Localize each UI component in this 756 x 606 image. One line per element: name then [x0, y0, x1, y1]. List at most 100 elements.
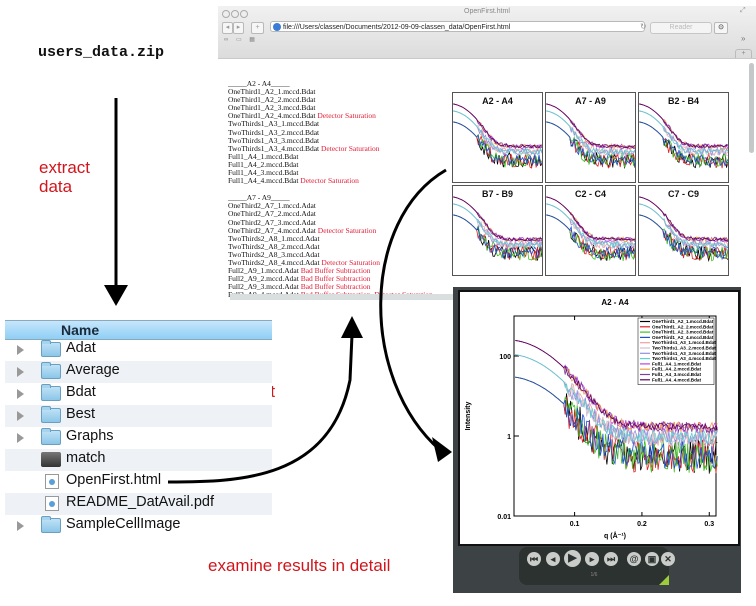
- slide-counter: 1/6: [590, 572, 598, 578]
- view-arrowhead: [341, 316, 363, 338]
- y-axis-label: Intensity: [465, 402, 472, 431]
- fullscreen-icon[interactable]: ⤢: [740, 7, 746, 15]
- back-button[interactable]: ◂: [222, 22, 233, 34]
- play-button[interactable]: ▶: [564, 550, 581, 567]
- finder-row[interactable]: README_DatAvail.pdf: [5, 493, 272, 515]
- finder-item-name: README_DatAvail.pdf: [66, 494, 215, 510]
- detail-plot-frame: A2 - A4 0.1 0.2 0.3 0.01 1 100 q (Å⁻¹) Intensity…: [458, 290, 740, 546]
- name-column-header[interactable]: Name: [5, 320, 272, 340]
- disclosure-triangle-icon[interactable]: [17, 521, 24, 531]
- new-tab-button[interactable]: +: [735, 49, 752, 58]
- finder-row[interactable]: Graphs: [5, 427, 272, 449]
- vertical-scrollbar[interactable]: [749, 63, 754, 153]
- zip-file-label: users_data.zip: [38, 44, 165, 61]
- reader-button[interactable]: Reader: [650, 22, 712, 34]
- x-tick-label: 0.1: [570, 521, 580, 528]
- plot-thumbnail[interactable]: C2 - C4: [545, 185, 636, 276]
- legend-entry: Full1_A4_1.mccd.Bdat: [652, 361, 701, 366]
- plot-thumbnail[interactable]: A7 - A9: [545, 92, 636, 183]
- extract-arrowhead: [104, 285, 128, 306]
- finder-item-name: Best: [66, 406, 96, 422]
- thumbnail-title: A2 - A4: [482, 96, 513, 106]
- thumbnail-series-line: [453, 110, 542, 156]
- add-bookmark-button[interactable]: +: [251, 22, 264, 34]
- last-button[interactable]: ⏭: [604, 552, 618, 566]
- finder-item-name: SampleCellImage: [66, 516, 181, 532]
- forward-button[interactable]: ▸: [233, 22, 244, 34]
- thumbnail-series-line: [546, 103, 635, 149]
- add-to-photos-button[interactable]: ▣: [645, 552, 659, 566]
- thumbnail-plot: [546, 196, 635, 262]
- plot-thumbnail[interactable]: B7 - B9: [452, 185, 543, 276]
- plot-thumbnail[interactable]: B2 - B4: [638, 92, 729, 183]
- previous-button[interactable]: ◂: [546, 552, 560, 566]
- thumbnail-series-line: [639, 103, 728, 150]
- thumbnail-series-line: [453, 110, 542, 156]
- thumbnail-series-line: [546, 103, 635, 150]
- report-file-row: Full1_A4_4.mccd.Bdat Detector Saturation: [228, 177, 433, 185]
- legend-entry: OneThird1_A2_1.mccd.Bdat: [652, 319, 714, 324]
- close-viewer-button[interactable]: ✕: [661, 552, 675, 566]
- thumbnail-series-line: [639, 203, 728, 250]
- report-file-name: Full1_A4_4.mccd.Bdat: [228, 176, 299, 186]
- next-button[interactable]: ▸: [585, 552, 599, 566]
- thumbnail-series-line: [453, 110, 542, 156]
- thumbnail-series-line: [639, 110, 728, 156]
- email-button[interactable]: @: [627, 552, 641, 566]
- plot-viewer-window: A2 - A4 0.1 0.2 0.3 0.01 1 100 q (Å⁻¹) Intensity…: [453, 287, 741, 593]
- disclosure-triangle-icon[interactable]: [17, 433, 24, 443]
- folder-icon: [41, 384, 61, 401]
- disclosure-triangle-icon[interactable]: [17, 345, 24, 355]
- window-title: OpenFirst.html: [464, 8, 510, 15]
- report-file-flag: Detector Saturation: [298, 176, 359, 186]
- folder-icon: [41, 362, 61, 379]
- column-header-label: Name: [61, 322, 100, 338]
- step-extract-line1: extract: [39, 158, 91, 177]
- folder-icon: [41, 428, 61, 445]
- reload-icon[interactable]: ↻: [640, 22, 647, 31]
- thumbnail-series-line: [453, 103, 542, 149]
- resize-handle[interactable]: [659, 575, 669, 585]
- finder-row[interactable]: Average: [5, 361, 272, 383]
- thumbnail-series-line: [453, 196, 542, 242]
- y-tick-label: 100: [499, 354, 511, 361]
- bookmarks-bar-icons[interactable]: ∞ ▭ ▦: [224, 36, 258, 43]
- step-extract-line2: data: [39, 177, 73, 196]
- thumbnail-plot: [453, 196, 542, 261]
- finder-window: Name Adat Average Bdat Best Graphs match OpenF…: [5, 320, 272, 545]
- disclosure-triangle-icon[interactable]: [17, 367, 24, 377]
- finder-row[interactable]: OpenFirst.html: [5, 471, 272, 493]
- finder-row[interactable]: Bdat: [5, 383, 272, 405]
- url-bar[interactable]: file:///Users/classen/Documents/2012-09-…: [270, 21, 645, 32]
- thumbnail-title: A7 - A9: [575, 96, 606, 106]
- legend-entry: TwoThirds1_A3_4.mccd.Bdat: [652, 356, 716, 361]
- thumbnail-title: C7 - C9: [667, 189, 699, 199]
- thumbnail-plot: [639, 196, 728, 263]
- thumbnail-series-line: [546, 103, 635, 150]
- thumbnail-series-line: [546, 103, 635, 149]
- report-file-flag: Detector Saturation: [315, 111, 376, 121]
- plot-thumbnail[interactable]: C7 - C9: [638, 185, 729, 276]
- downloads-button[interactable]: ⊙: [714, 22, 728, 34]
- legend-entry: OneThird1_A2_3.mccd.Bdat: [652, 330, 714, 335]
- finder-row[interactable]: Adat: [5, 339, 272, 361]
- first-button[interactable]: ⏮: [527, 552, 541, 566]
- finder-row[interactable]: match: [5, 449, 272, 471]
- x-tick-label: 0.3: [704, 521, 714, 528]
- thumbnail-series-line: [639, 103, 728, 149]
- overflow-chevron-icon[interactable]: »: [741, 34, 745, 43]
- thumbnail-plot: [546, 103, 635, 170]
- disclosure-triangle-icon[interactable]: [17, 389, 24, 399]
- thumbnail-title: B2 - B4: [667, 96, 699, 106]
- legend-entry: OneThird1_A2_2.mccd.Bdat: [652, 324, 714, 329]
- legend-entry: TwoThirds1_A3_1.mccd.Bdat: [652, 340, 716, 345]
- thumbnail-plot: [639, 103, 728, 169]
- plot-thumbnail[interactable]: A2 - A4: [452, 92, 543, 183]
- disclosure-triangle-icon[interactable]: [17, 411, 24, 421]
- thumbnail-series-line: [639, 103, 728, 150]
- saxs-plot: A2 - A4 0.1 0.2 0.3 0.01 1 100 q (Å⁻¹) Intensity…: [465, 298, 718, 540]
- finder-row[interactable]: Best: [5, 405, 272, 427]
- step-examine-label: examine results in detail: [208, 556, 391, 575]
- finder-row[interactable]: SampleCellImage: [5, 515, 272, 537]
- viewer-controls: ⏮ ◂ ▶ ▸ ⏭ @ ▣ ✕ 1/6: [519, 547, 675, 585]
